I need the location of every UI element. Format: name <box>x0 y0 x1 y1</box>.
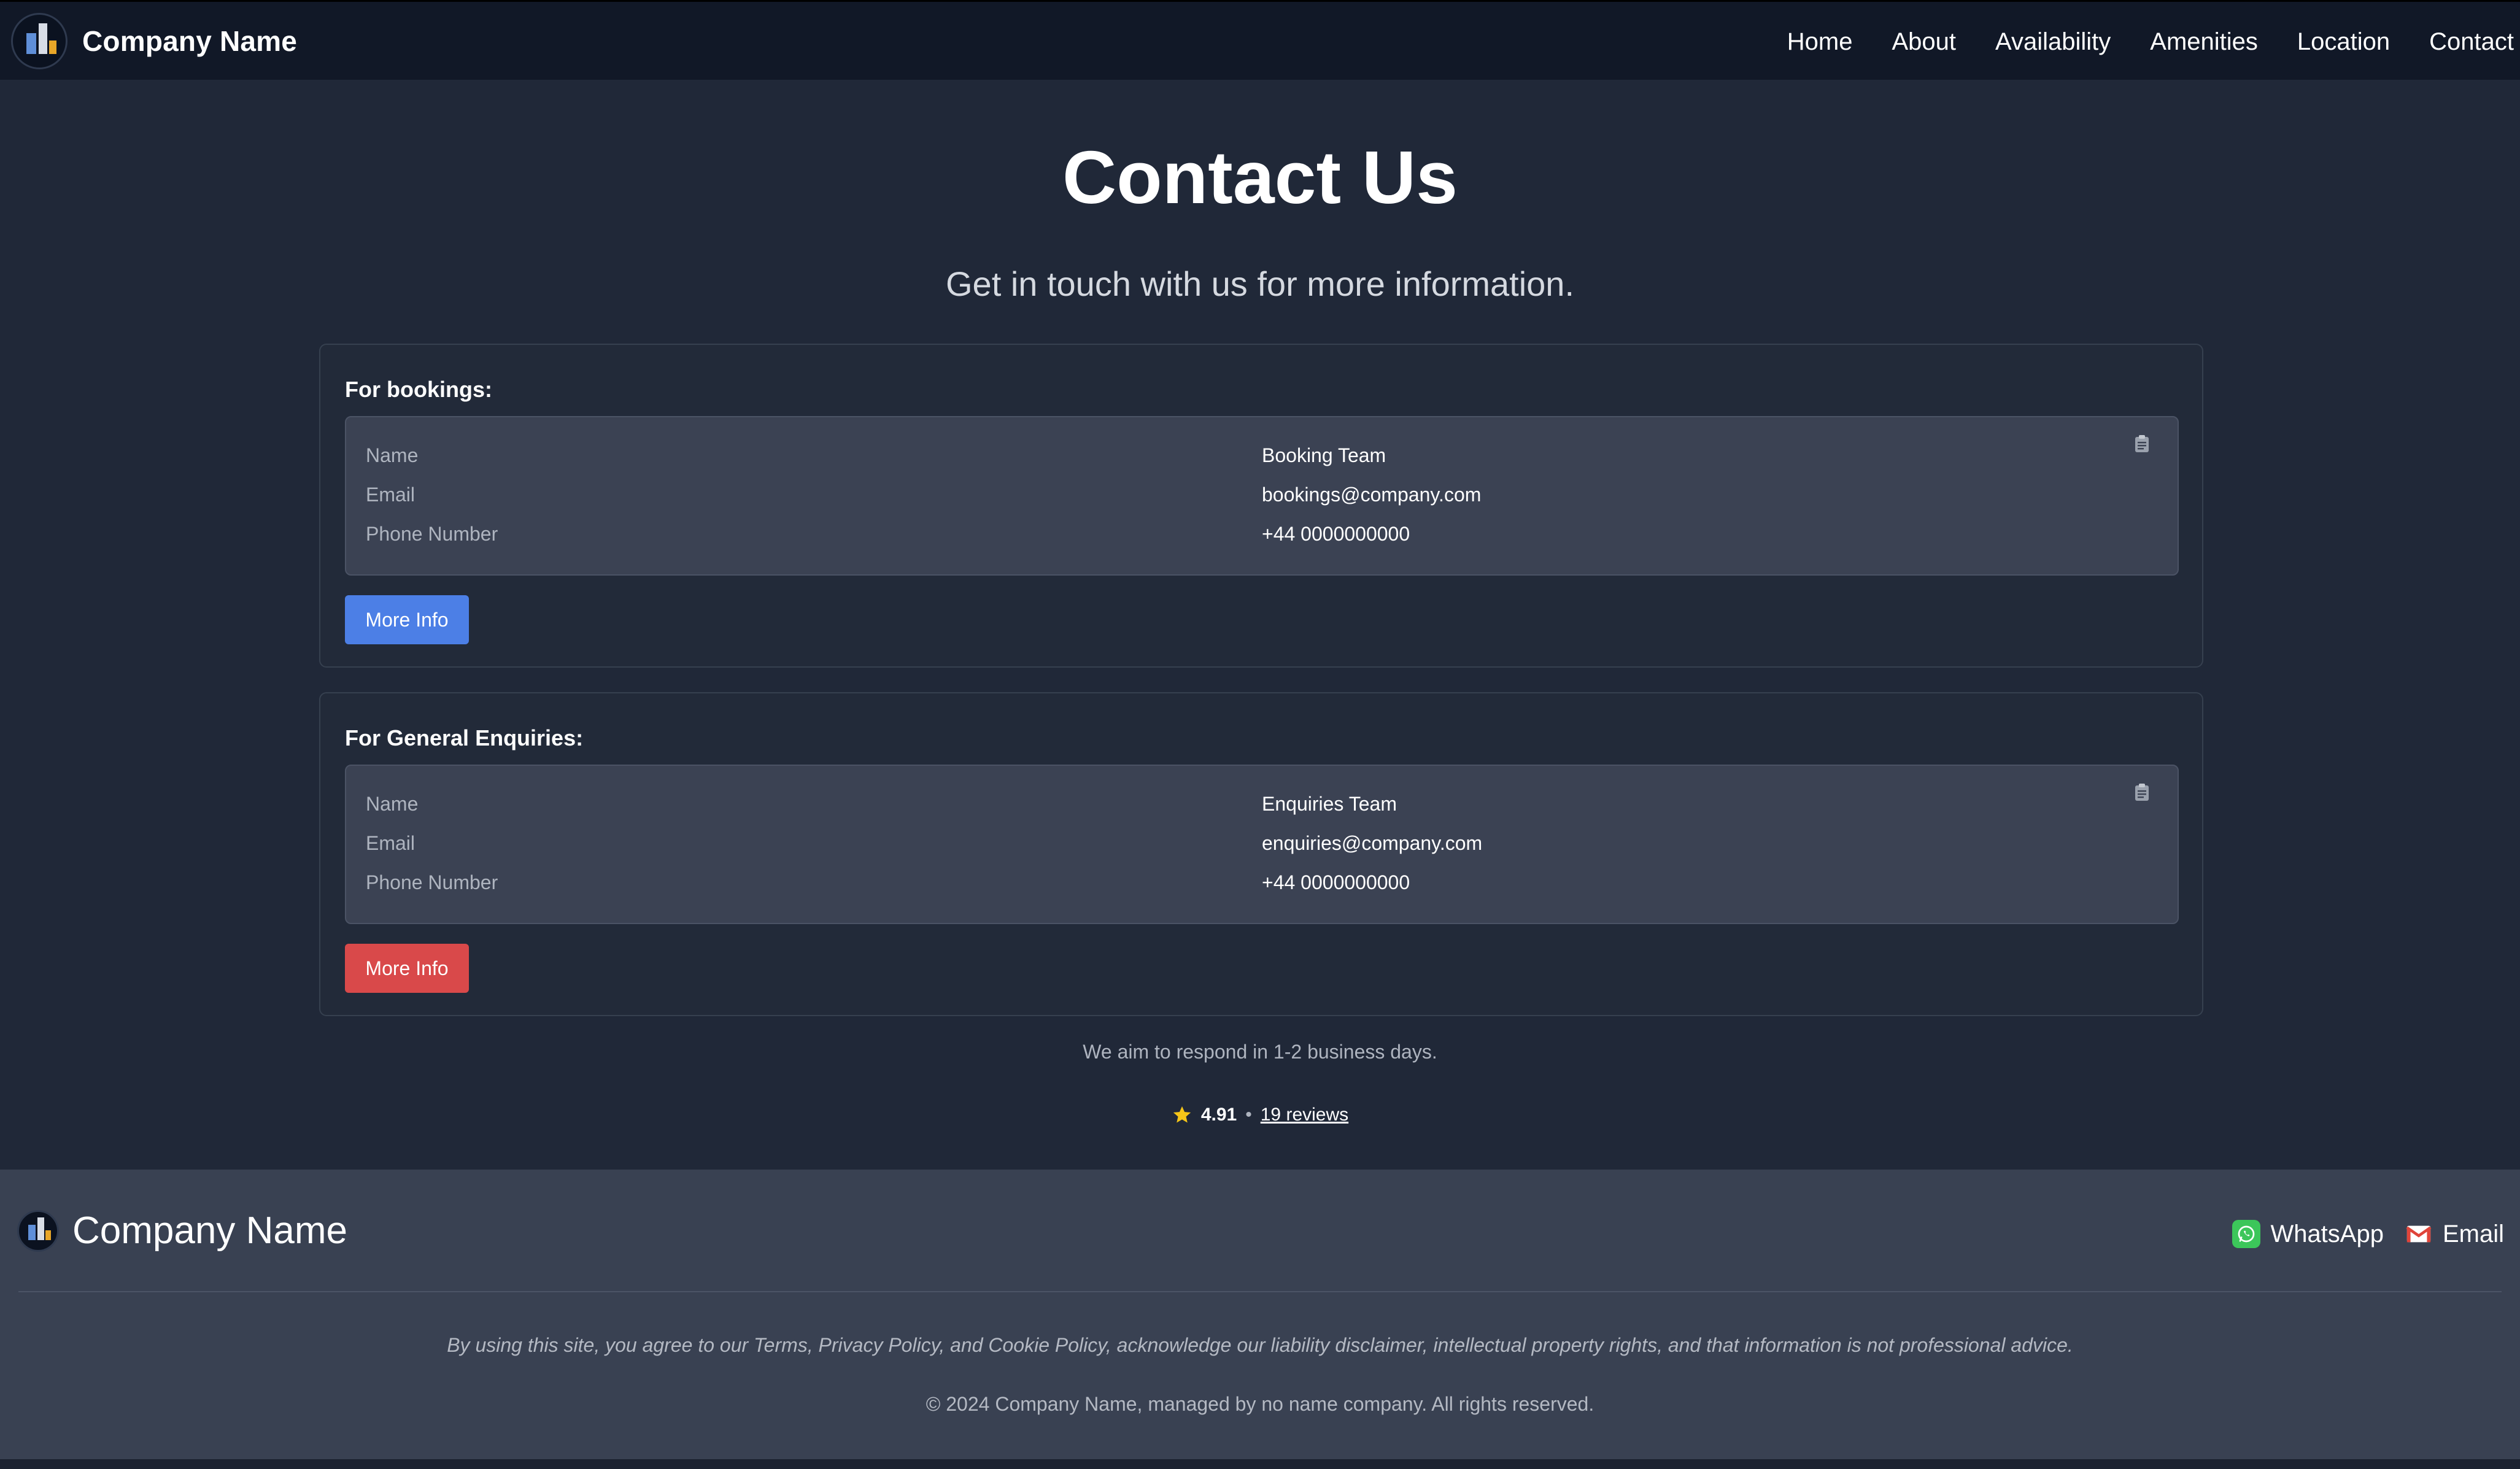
nav-availability[interactable]: Availability <box>1995 28 2111 56</box>
bookings-card-title: For bookings: <box>345 377 492 402</box>
response-time-note: We aim to respond in 1-2 business days. <box>1083 1041 1437 1063</box>
footer-logo-icon <box>17 1209 59 1252</box>
contact-label: Email <box>366 832 415 854</box>
contact-label: Name <box>366 444 419 466</box>
brand-name: Company Name <box>82 25 298 57</box>
whatsapp-label: WhatsApp <box>2270 1220 2384 1247</box>
nav-home[interactable]: Home <box>1787 28 1853 56</box>
clipboard-icon[interactable] <box>2135 434 2149 453</box>
footer-contact-links: WhatsApp Email <box>2232 1213 2504 1255</box>
reviews-link[interactable]: 19 reviews <box>1261 1105 1348 1125</box>
email-link[interactable]: Email <box>2405 1220 2504 1248</box>
nav-contact[interactable]: Contact <box>2429 28 2514 56</box>
copyright-notice: © 2024 Company Name, managed by no name … <box>926 1393 1594 1415</box>
main-nav: Home About Availability Amenities Locati… <box>1787 2 2514 82</box>
enquiries-card-title: For General Enquiries: <box>345 725 584 750</box>
footer-brand[interactable]: Company Name <box>17 1209 347 1252</box>
email-label: Email <box>2442 1220 2504 1247</box>
site-footer: Company Name WhatsApp Email By using thi… <box>0 1170 2520 1459</box>
nav-amenities[interactable]: Amenities <box>2150 28 2258 56</box>
nav-about[interactable]: About <box>1892 28 1957 56</box>
bookings-more-info-button[interactable]: More Info <box>345 595 469 644</box>
footer-bottom-strip <box>0 1459 2520 1469</box>
rating-score: 4.91 <box>1200 1105 1237 1125</box>
contact-value[interactable]: +44 0000000000 <box>1262 871 1410 894</box>
enquiries-contact-details: Name Enquiries Team Email enquiries@comp… <box>345 765 2179 924</box>
star-icon <box>1173 1106 1191 1123</box>
whatsapp-icon <box>2232 1220 2261 1248</box>
contact-value: Booking Team <box>1262 444 1386 466</box>
contact-row-name: Name Enquiries Team <box>366 793 2158 820</box>
company-logo-icon <box>11 12 68 69</box>
contact-value[interactable]: enquiries@company.com <box>1262 832 1482 855</box>
whatsapp-link[interactable]: WhatsApp <box>2232 1220 2384 1248</box>
contact-label: Email <box>366 484 415 506</box>
page-subtitle: Get in touch with us for more informatio… <box>946 264 1574 303</box>
contact-row-phone: Phone Number +44 0000000000 <box>366 871 2158 898</box>
footer-brand-name: Company Name <box>72 1209 347 1252</box>
contact-value: Enquiries Team <box>1262 793 1397 815</box>
clipboard-icon[interactable] <box>2135 783 2149 801</box>
rating-separator: • <box>1245 1105 1252 1125</box>
contact-row-email: Email bookings@company.com <box>366 484 2158 511</box>
top-navigation-bar: Company Name Home About Availability Ame… <box>0 0 2520 80</box>
bookings-contact-details: Name Booking Team Email bookings@company… <box>345 416 2179 576</box>
contact-value[interactable]: +44 0000000000 <box>1262 523 1410 546</box>
contact-label: Name <box>366 793 419 815</box>
bookings-card: For bookings: Name Booking Team Email bo… <box>319 344 2203 668</box>
mail-icon <box>2406 1225 2432 1243</box>
contact-row-email: Email enquiries@company.com <box>366 832 2158 859</box>
contact-label: Phone Number <box>366 871 498 893</box>
rating-summary: 4.91 • 19 reviews <box>0 1105 2520 1125</box>
nav-location[interactable]: Location <box>2297 28 2390 56</box>
enquiries-more-info-button[interactable]: More Info <box>345 944 469 993</box>
enquiries-card: For General Enquiries: Name Enquiries Te… <box>319 692 2203 1016</box>
page-title: Contact Us <box>1062 136 1458 219</box>
contact-row-phone: Phone Number +44 0000000000 <box>366 523 2158 550</box>
brand[interactable]: Company Name <box>11 12 298 69</box>
legal-disclaimer: By using this site, you agree to our Ter… <box>447 1334 2073 1356</box>
contact-value[interactable]: bookings@company.com <box>1262 484 1481 506</box>
footer-divider <box>18 1291 2502 1292</box>
contact-label: Phone Number <box>366 523 498 545</box>
contact-row-name: Name Booking Team <box>366 444 2158 471</box>
